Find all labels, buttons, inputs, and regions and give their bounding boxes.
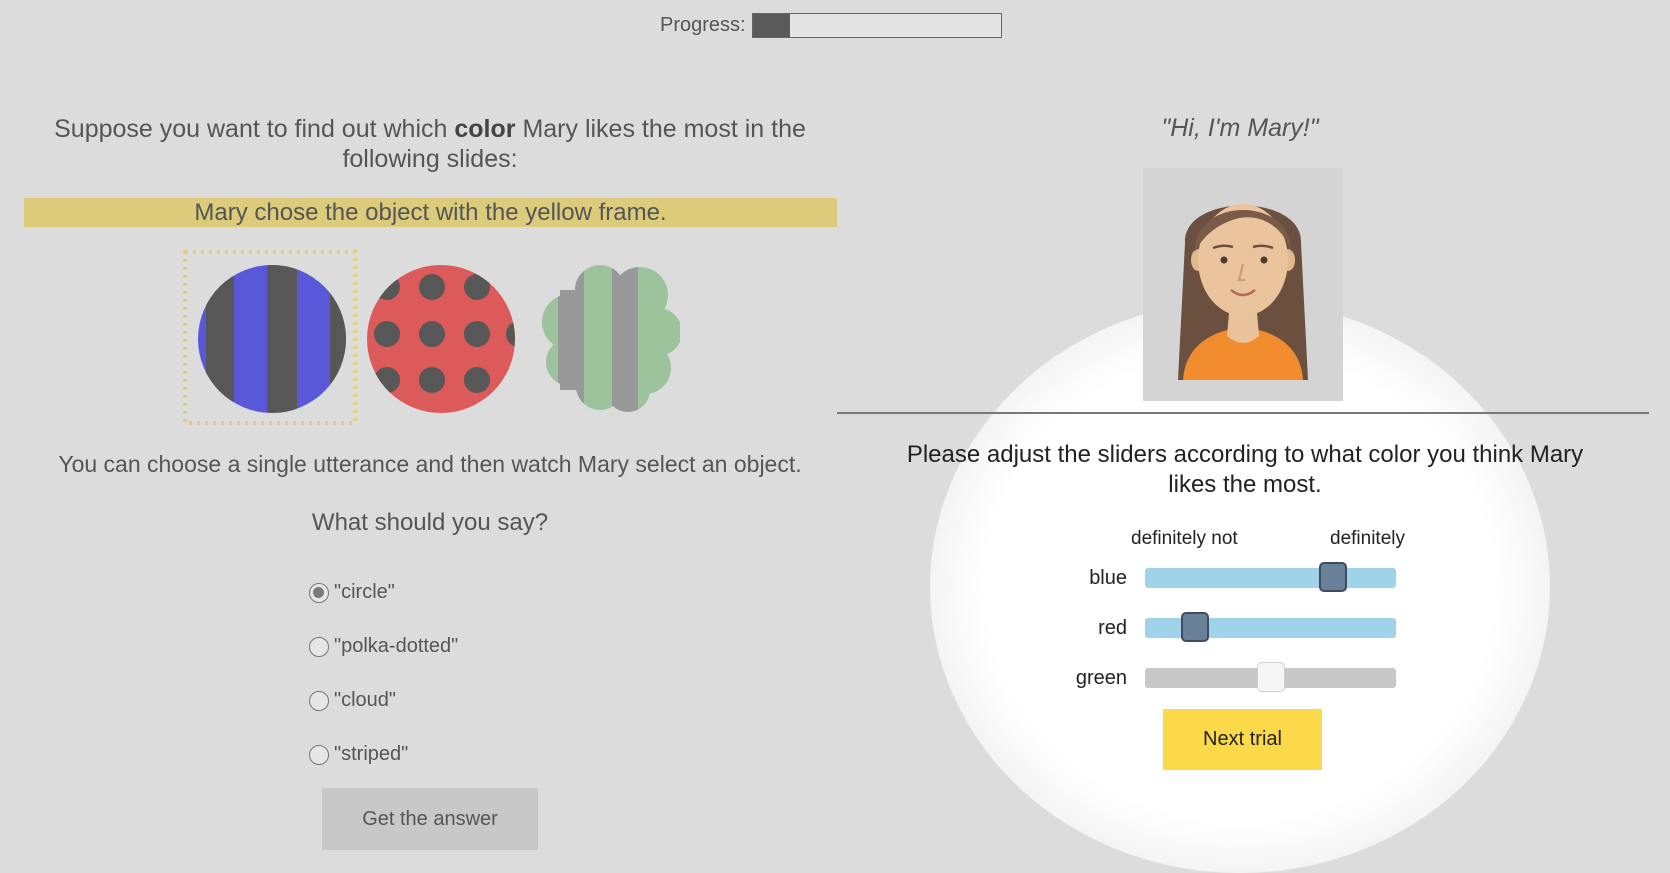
slider-instructions: Please adjust the sliders according to w… — [906, 441, 1584, 498]
object-green-striped-cloud — [542, 265, 680, 412]
mary-avatar — [1143, 168, 1343, 401]
speaker-greeting: "Hi, I'm Mary!" — [1161, 114, 1319, 142]
option-label: "circle" — [334, 581, 395, 603]
slider-green[interactable] — [1145, 662, 1396, 692]
task-intro: Suppose you want to find out which color… — [24, 114, 836, 174]
progress-indicator: Progress: — [660, 11, 1002, 39]
object-display — [183, 250, 680, 425]
radio-button[interactable] — [309, 744, 329, 765]
radio-button[interactable] — [309, 690, 329, 711]
scale-low-label: definitely not — [1131, 528, 1238, 549]
option-striped[interactable]: "striped" — [309, 743, 408, 766]
radio-button[interactable] — [309, 636, 329, 657]
slider-label-blue: blue — [1089, 567, 1127, 589]
intro-text-bold: color — [454, 115, 516, 143]
progress-bar-fill — [752, 13, 790, 37]
radio-button[interactable] — [309, 582, 329, 603]
next-trial-button[interactable]: Next trial — [1163, 709, 1322, 770]
object-blue-striped-circle — [183, 250, 357, 425]
intro-text-start: Suppose you want to find out which — [54, 115, 455, 143]
option-circle[interactable]: "circle" — [309, 581, 395, 604]
utterance-instructions: You can choose a single utterance and th… — [58, 451, 802, 477]
slider-blue[interactable] — [1145, 562, 1396, 592]
slider-thumb[interactable] — [1256, 662, 1285, 692]
slider-thumb[interactable] — [1319, 562, 1348, 592]
option-label: "striped" — [334, 743, 409, 765]
progress-label: Progress: — [660, 13, 746, 36]
option-cloud[interactable]: "cloud" — [309, 689, 396, 712]
object-red-polka-dotted-circle — [367, 265, 515, 413]
slider-label-red: red — [1098, 617, 1127, 639]
option-label: "cloud" — [334, 689, 397, 711]
get-answer-button[interactable]: Get the answer — [322, 788, 538, 850]
option-label: "polka-dotted" — [334, 635, 459, 657]
panel-divider — [837, 412, 1649, 414]
choice-banner: Mary chose the object with the yellow fr… — [24, 198, 837, 227]
slider-label-green: green — [1075, 667, 1127, 689]
question-prompt: What should you say? — [311, 509, 549, 536]
option-polka-dotted[interactable]: "polka-dotted" — [309, 635, 458, 658]
scale-high-label: definitely — [1330, 528, 1405, 549]
slider-red[interactable] — [1145, 612, 1396, 642]
slider-thumb[interactable] — [1181, 612, 1210, 642]
progress-bar — [751, 12, 1002, 38]
